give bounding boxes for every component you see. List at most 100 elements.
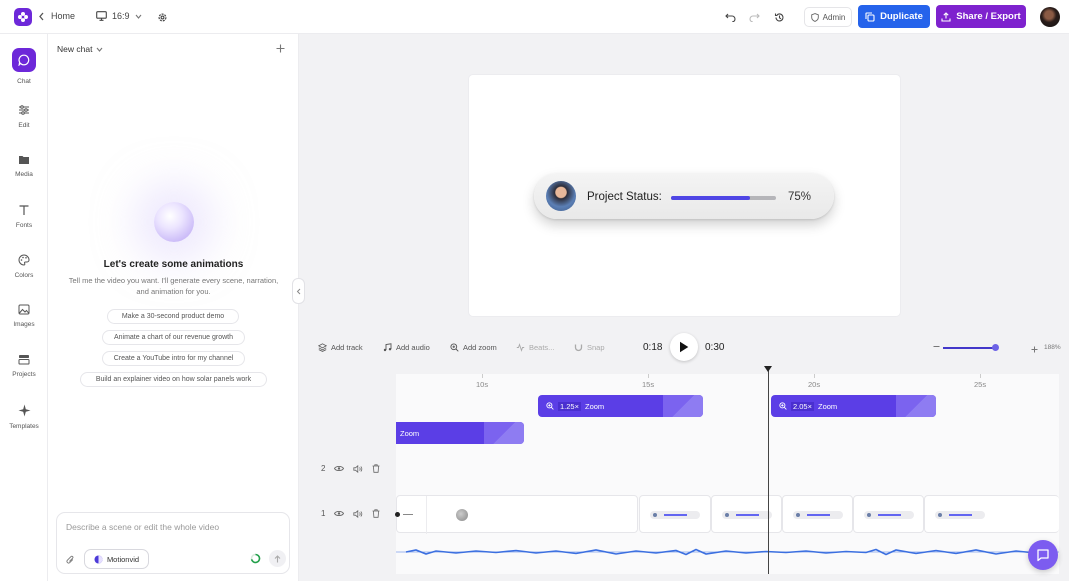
add-audio-button[interactable]: Add audio (383, 343, 430, 352)
model-selector[interactable]: Motionvid (84, 549, 149, 569)
layers-icon (318, 343, 327, 352)
chevron-down-icon (135, 14, 141, 19)
zoom-clip[interactable]: 1.25× Zoom (538, 395, 703, 417)
sidebar-item-label: Projects (12, 371, 36, 378)
track-headers (309, 374, 396, 574)
clip-ease-out[interactable] (896, 395, 936, 417)
sidebar: Chat Edit Media Fonts Colors Images Proj… (0, 34, 48, 581)
scene-clip[interactable] (639, 495, 711, 533)
chat-prompt-input[interactable] (66, 522, 266, 532)
sidebar-item-templates[interactable]: Templates (0, 404, 48, 430)
sidebar-item-fonts[interactable]: Fonts (0, 204, 48, 229)
beats-button[interactable]: Beats... (516, 343, 554, 352)
scene-preview (935, 511, 985, 519)
home-label: Home (51, 11, 76, 21)
admin-badge[interactable]: Admin (804, 7, 852, 27)
sparkle-icon (18, 404, 30, 417)
undo-icon (724, 13, 735, 22)
history-button[interactable] (771, 9, 787, 25)
clip-ease-out[interactable] (484, 422, 524, 444)
sidebar-item-projects[interactable]: Projects (0, 354, 48, 378)
new-chat-label: New chat (57, 44, 93, 54)
sidebar-item-label: Colors (14, 272, 34, 279)
sidebar-item-label: Chat (17, 78, 31, 85)
suggestion-chip[interactable]: Build an explainer video on how solar pa… (80, 372, 267, 387)
user-avatar[interactable] (1040, 7, 1060, 27)
speaker-icon[interactable] (353, 464, 363, 473)
zoom-clip[interactable]: 2.05× Zoom (771, 395, 936, 417)
status-progress-track (671, 196, 776, 200)
sidebar-item-images[interactable]: Images (0, 304, 48, 328)
send-button[interactable] (269, 550, 286, 567)
eye-icon[interactable] (334, 510, 345, 517)
eye-icon[interactable] (334, 465, 345, 472)
zoom-in-button[interactable] (1031, 342, 1038, 356)
flower-logo-icon (18, 12, 28, 22)
redo-icon (749, 13, 760, 22)
zoom-factor: 1.25× (558, 401, 581, 411)
help-chat-button[interactable] (1028, 540, 1058, 570)
zoom-slider-handle[interactable] (992, 344, 999, 351)
scene-clip[interactable] (711, 495, 782, 533)
redo-button[interactable] (746, 9, 762, 25)
text-icon (19, 205, 29, 215)
scene-clip[interactable] (395, 495, 638, 534)
trash-icon[interactable] (372, 464, 380, 473)
status-percent: 75% (788, 191, 812, 203)
zoom-clip-label: Zoom (584, 401, 605, 411)
undo-button[interactable] (722, 9, 738, 25)
history-icon (774, 12, 783, 21)
snap-toggle[interactable]: Snap (574, 343, 605, 352)
trash-icon[interactable] (372, 509, 380, 518)
aspect-ratio-select[interactable]: 16:9 (96, 11, 142, 21)
scene-clip[interactable] (924, 495, 1059, 533)
context-usage-ring (250, 553, 261, 567)
settings-button[interactable] (154, 9, 170, 25)
home-link[interactable]: Home (38, 11, 75, 21)
collapse-panel-handle[interactable] (292, 278, 305, 304)
scene-clip[interactable] (853, 495, 924, 533)
admin-label: Admin (822, 12, 846, 22)
sidebar-item-colors[interactable]: Colors (0, 254, 48, 279)
chat-panel: New chat Let's create some animations Te… (48, 34, 299, 581)
app-logo[interactable] (14, 8, 32, 26)
suggestion-chip[interactable]: Make a 30-second product demo (107, 309, 239, 324)
new-chat-button[interactable] (276, 42, 285, 56)
ruler-label: 25s (974, 380, 987, 389)
beats-label: Beats... (529, 343, 555, 352)
new-chat-dropdown[interactable]: New chat (57, 44, 103, 54)
scene-preview (650, 511, 700, 519)
add-zoom-button[interactable]: Add zoom (450, 343, 497, 352)
suggestion-chip[interactable]: Create a YouTube intro for my channel (102, 351, 245, 366)
zoom-clip[interactable]: Zoom (396, 422, 524, 444)
add-track-button[interactable]: Add track (318, 343, 363, 352)
monitor-icon (96, 11, 107, 21)
palette-icon (18, 254, 30, 266)
folder-icon (19, 156, 29, 164)
playhead-line[interactable] (768, 366, 769, 574)
share-export-button[interactable]: Share / Export (936, 5, 1026, 28)
zoom-slider-track[interactable] (943, 347, 997, 349)
chevron-down-icon (97, 47, 103, 52)
timeline-toolbar: Add track Add audio Add zoom Beats... Sn… (300, 333, 1069, 361)
ruler-label: 20s (808, 380, 821, 389)
attach-button[interactable] (66, 554, 75, 568)
scene-clip[interactable] (782, 495, 853, 533)
copy-icon (865, 11, 875, 22)
play-button[interactable] (670, 333, 698, 361)
playhead-handle[interactable] (764, 366, 772, 372)
sidebar-item-media[interactable]: Media (0, 154, 48, 178)
ruler-tick (814, 374, 815, 378)
duplicate-button[interactable]: Duplicate (858, 5, 930, 28)
suggestion-chip[interactable]: Animate a chart of our revenue growth (102, 330, 245, 345)
audio-waveform[interactable] (396, 542, 1059, 562)
zoom-level: 188% (1044, 344, 1061, 351)
sidebar-item-edit[interactable]: Edit (0, 104, 48, 129)
sidebar-item-chat[interactable]: Chat (0, 48, 48, 85)
zoom-out-button[interactable] (933, 342, 940, 352)
clip-ease-out[interactable] (663, 395, 703, 417)
chevron-left-icon (39, 12, 44, 20)
sidebar-item-label: Images (13, 321, 35, 328)
speaker-icon[interactable] (353, 509, 363, 518)
scene-thumbnail (456, 509, 468, 521)
